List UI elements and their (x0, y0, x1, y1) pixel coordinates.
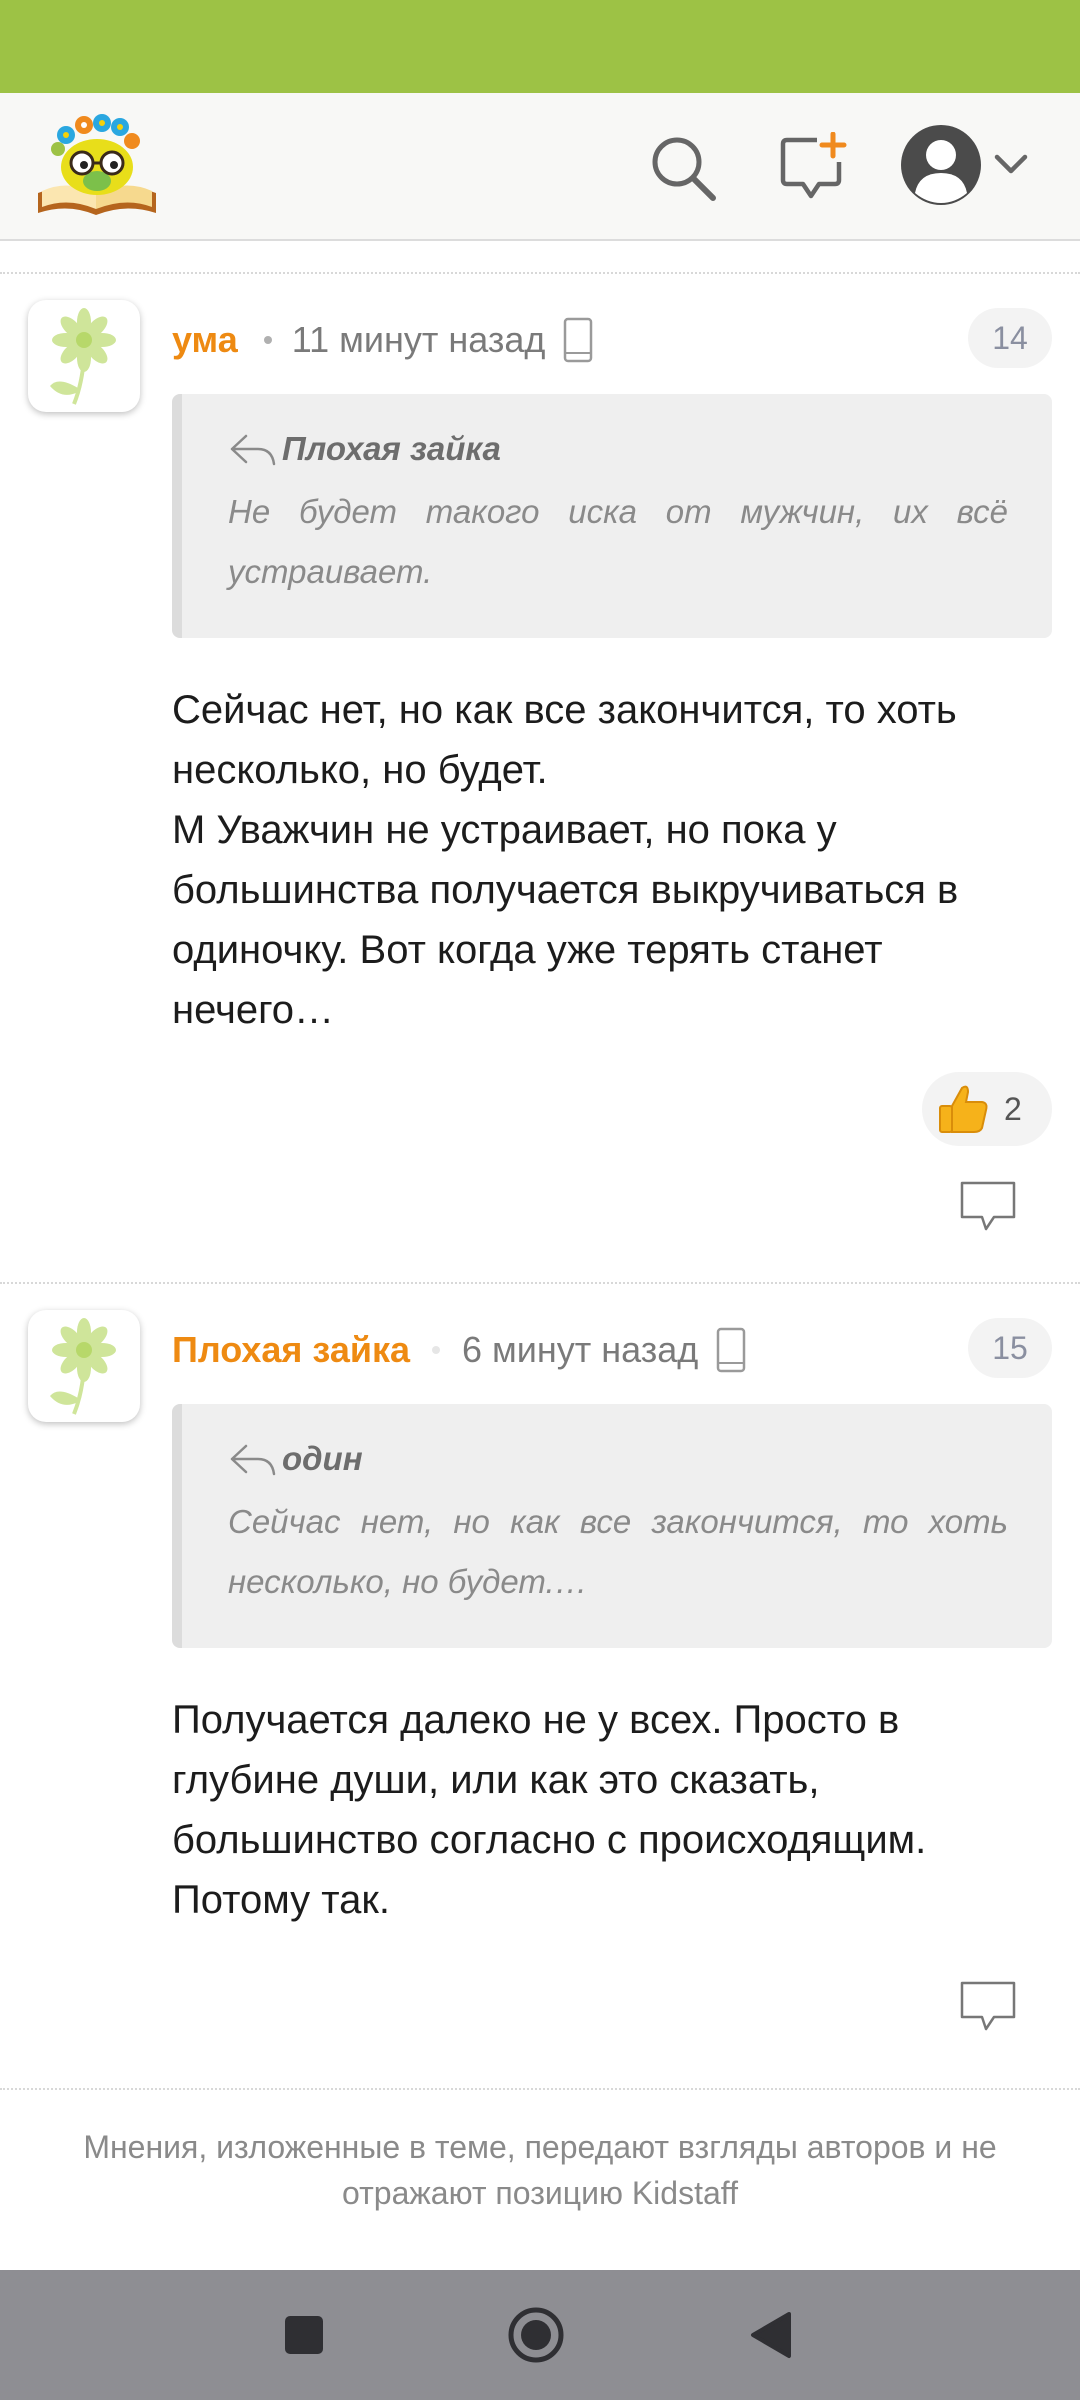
post-number[interactable]: 14 (968, 308, 1052, 368)
site-logo[interactable] (34, 109, 160, 221)
thumbs-up-icon (939, 1085, 988, 1133)
user-menu-button[interactable] (890, 115, 1040, 215)
circle-icon (508, 2307, 564, 2363)
mobile-device-icon (716, 1327, 746, 1373)
mobile-device-icon (563, 317, 593, 363)
comment-icon (960, 1981, 1016, 2031)
new-topic-icon (780, 132, 847, 199)
quote-block: один Сейчас нет, но как все закончится, … (172, 1404, 1052, 1648)
recents-button[interactable] (264, 2295, 344, 2375)
post-time: 11 минут назад (291, 319, 546, 360)
post-time: 6 минут назад (462, 1329, 699, 1370)
post-body: Получается далеко не у всех. Просто в гл… (172, 1698, 927, 1922)
quote-author-name: один (282, 1440, 363, 1477)
post-number[interactable]: 15 (968, 1318, 1052, 1378)
reply-button[interactable] (956, 1976, 1020, 2036)
avatar[interactable] (28, 300, 140, 412)
new-topic-button[interactable] (768, 123, 858, 213)
post: ума 11 минут назад 14 Плохая зайка Не бу… (0, 300, 1080, 1280)
quote-author: Плохая зайка (228, 430, 1008, 468)
back-triangle-icon (751, 2312, 791, 2358)
post-author[interactable]: ума (172, 319, 238, 361)
post: Плохая зайка 6 минут назад 15 один Сейча… (0, 1310, 1080, 2080)
home-button[interactable] (496, 2295, 576, 2375)
user-avatar-icon (901, 125, 981, 205)
like-count: 2 (1004, 1090, 1022, 1127)
flower-avatar-icon (50, 308, 116, 405)
disclaimer: Мнения, изложенные в теме, передают взгл… (0, 2088, 1080, 2272)
search-icon (652, 137, 716, 201)
chevron-down-icon (994, 154, 1028, 174)
reply-button[interactable] (956, 1176, 1020, 1236)
post-author[interactable]: Плохая зайка (172, 1329, 410, 1371)
separator-dot (263, 336, 272, 344)
like-button[interactable]: 2 (922, 1072, 1052, 1146)
comment-icon (960, 1181, 1016, 1231)
post-meta: ума 11 минут назад (172, 310, 593, 370)
post-body: Сейчас нет, но как все закончится, то хо… (172, 688, 959, 1032)
quote-block: Плохая зайка Не будет такого иска от муж… (172, 394, 1052, 638)
flower-avatar-icon (50, 1318, 116, 1415)
divider (0, 1282, 1080, 1284)
reply-arrow-icon (230, 1444, 276, 1476)
avatar[interactable] (28, 1310, 140, 1422)
post-meta: Плохая зайка 6 минут назад (172, 1320, 746, 1380)
square-icon (285, 2316, 323, 2354)
quote-author-name: Плохая зайка (282, 430, 501, 467)
quote-text: Сейчас нет, но как все закончится, то хо… (228, 1503, 1008, 1600)
app-header (0, 93, 1080, 241)
reply-arrow-icon (230, 434, 276, 466)
divider (0, 272, 1080, 274)
system-nav-bar (0, 2270, 1080, 2400)
quote-text: Не будет такого иска от мужчин, их всё у… (228, 493, 1008, 590)
search-button[interactable] (638, 123, 728, 213)
back-button[interactable] (730, 2295, 810, 2375)
status-bar (0, 0, 1080, 93)
separator-dot (432, 1346, 441, 1354)
quote-author: один (228, 1440, 1008, 1478)
